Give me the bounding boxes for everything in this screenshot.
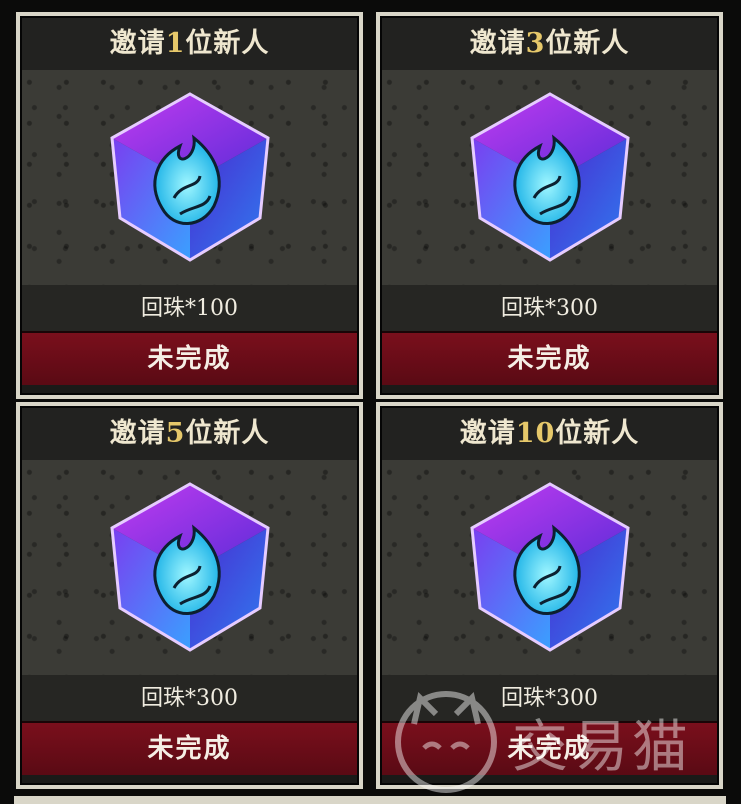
invite-card-1: 邀请1位新人 回珠*100 未完成 [16,12,363,399]
title-suffix: 位新人 [545,28,630,59]
invite-count: 1 [165,28,186,59]
invite-count: 3 [525,28,546,59]
title-prefix: 邀请 [109,418,166,449]
invite-reward-grid: 邀请1位新人 回珠*100 未完成 邀请3位新人 回珠*300 未完成 邀请5位… [0,0,741,804]
invite-card-body: 邀请10位新人 回珠*300 未完成 [380,406,719,785]
reward-label: 回珠*100 [22,285,357,333]
crystal-cube-icon [470,92,630,262]
crystal-cube-icon [110,482,270,652]
card-title: 邀请1位新人 [22,18,357,70]
invite-card-body: 邀请1位新人 回珠*100 未完成 [20,16,359,395]
crystal-cube-icon [110,92,270,262]
reward-label: 回珠*300 [382,285,717,333]
next-row-edge [14,796,726,804]
reward-art [382,460,717,675]
invite-card-3: 邀请3位新人 回珠*300 未完成 [376,12,723,399]
invite-count: 5 [165,418,186,449]
title-prefix: 邀请 [109,28,166,59]
reward-label: 回珠*300 [382,675,717,723]
crystal-cube-icon [470,482,630,652]
status-button[interactable]: 未完成 [382,331,717,385]
card-title: 邀请3位新人 [382,18,717,70]
card-title: 邀请5位新人 [22,408,357,460]
invite-card-5: 邀请5位新人 回珠*300 未完成 [16,402,363,789]
reward-art [382,70,717,285]
reward-label: 回珠*300 [22,675,357,723]
status-button[interactable]: 未完成 [22,331,357,385]
title-suffix: 位新人 [555,418,640,449]
invite-card-body: 邀请3位新人 回珠*300 未完成 [380,16,719,395]
status-button[interactable]: 未完成 [22,721,357,775]
reward-art [22,460,357,675]
title-prefix: 邀请 [469,28,526,59]
title-suffix: 位新人 [185,28,270,59]
title-suffix: 位新人 [185,418,270,449]
reward-art [22,70,357,285]
status-button[interactable]: 未完成 [382,721,717,775]
invite-card-body: 邀请5位新人 回珠*300 未完成 [20,406,359,785]
title-prefix: 邀请 [459,418,516,449]
card-title: 邀请10位新人 [382,408,717,460]
invite-card-10: 邀请10位新人 回珠*300 未完成 [376,402,723,789]
invite-count: 10 [515,418,556,449]
